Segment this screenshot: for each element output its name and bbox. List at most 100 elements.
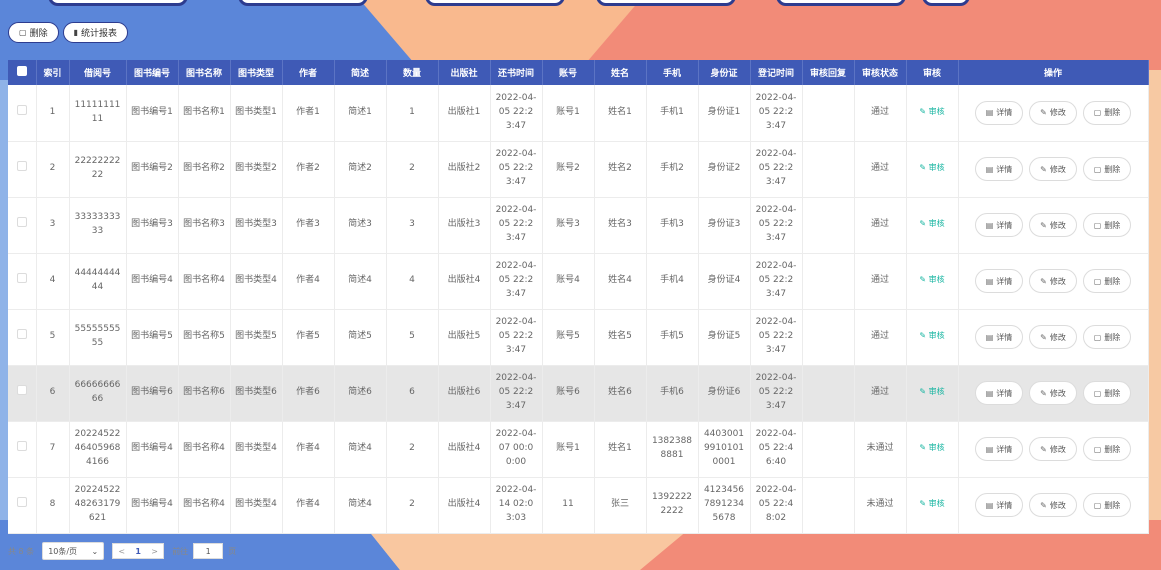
edit-button[interactable]: ✎ 修改 — [1029, 213, 1077, 237]
detail-button[interactable]: ▤ 详情 — [975, 381, 1023, 405]
row-checkbox[interactable] — [16, 161, 27, 172]
quantity-cell: 3 — [386, 197, 439, 254]
next-page-button[interactable]: > — [151, 547, 158, 556]
select-all-checkbox[interactable] — [16, 66, 27, 76]
summary-cell: 简述5 — [334, 309, 387, 366]
edit-button[interactable]: ✎ 修改 — [1029, 381, 1077, 405]
table-row[interactable]: 2 2222222222 图书编号2 图书名称2 图书类型2 作者2 简述2 2 出版社2 202… — [8, 141, 1149, 198]
edit-icon: ✎ — [1040, 444, 1047, 454]
data-table-container: 索引 借阅号 图书编号 图书名称 图书类型 作者 简述 数量 出版社 还书时间 … — [8, 60, 1149, 534]
delete-button[interactable]: ▢ 删除 — [1083, 269, 1131, 293]
audit-reply-cell — [802, 365, 855, 422]
column-header[interactable]: 出版社 — [438, 60, 491, 85]
page-size-select[interactable]: 10条/页 ⌄ — [42, 542, 105, 560]
detail-button[interactable]: ▤ 详情 — [975, 100, 1023, 125]
table-row[interactable]: 8 2022452248263179621 图书编号4 图书名称4 图书类型4 作者4 简述… — [8, 477, 1149, 534]
column-header[interactable]: 审核回复 — [802, 60, 855, 85]
column-header[interactable]: 手机 — [646, 60, 699, 85]
select-all-cell[interactable] — [8, 60, 37, 85]
batch-delete-button[interactable]: ▢ 删除 — [8, 22, 59, 43]
delete-button[interactable]: ▢ 删除 — [1083, 493, 1131, 517]
row-checkbox[interactable] — [16, 104, 27, 115]
column-header[interactable]: 审核 — [906, 60, 959, 85]
delete-button[interactable]: ▢ 删除 — [1083, 437, 1131, 461]
column-header[interactable]: 账号 — [542, 60, 595, 85]
row-select-cell[interactable] — [8, 141, 37, 198]
row-select-cell[interactable] — [8, 197, 37, 254]
column-header[interactable]: 简述 — [334, 60, 387, 85]
column-header[interactable]: 作者 — [282, 60, 335, 85]
delete-button[interactable]: ▢ 删除 — [1083, 100, 1131, 125]
page-numbers: < 1 > — [112, 543, 165, 559]
row-checkbox[interactable] — [16, 385, 27, 396]
column-header[interactable]: 登记时间 — [750, 60, 803, 85]
column-header[interactable]: 借阅号 — [69, 60, 127, 85]
audit-cell: ✎ 审核 — [906, 253, 959, 310]
detail-button[interactable]: ▤ 详情 — [975, 325, 1023, 349]
audit-link[interactable]: ✎ 审核 — [919, 499, 944, 508]
table-row[interactable]: 5 5555555555 图书编号5 图书名称5 图书类型5 作者5 简述5 5 出版社5 202… — [8, 309, 1149, 366]
edit-button[interactable]: ✎ 修改 — [1029, 100, 1077, 125]
column-header[interactable]: 图书编号 — [126, 60, 179, 85]
edit-button[interactable]: ✎ 修改 — [1029, 269, 1077, 293]
delete-button[interactable]: ▢ 删除 — [1083, 213, 1131, 237]
column-header[interactable]: 图书类型 — [230, 60, 283, 85]
table-row[interactable]: 4 4444444444 图书编号4 图书名称4 图书类型4 作者4 简述4 4 出版社4 202… — [8, 253, 1149, 310]
top-decoration-pill — [596, 0, 736, 6]
row-select-cell[interactable] — [8, 85, 37, 142]
delete-button[interactable]: ▢ 删除 — [1083, 381, 1131, 405]
name-cell: 姓名2 — [594, 141, 647, 198]
detail-button[interactable]: ▤ 详情 — [975, 157, 1023, 181]
edit-button[interactable]: ✎ 修改 — [1029, 493, 1077, 517]
column-header[interactable]: 数量 — [386, 60, 439, 85]
audit-link[interactable]: ✎ 审核 — [919, 275, 944, 284]
detail-button[interactable]: ▤ 详情 — [975, 437, 1023, 461]
pencil-icon: ✎ — [919, 387, 929, 397]
audit-status-cell: 通过 — [854, 309, 907, 366]
row-select-cell[interactable] — [8, 309, 37, 366]
book-type-cell: 图书类型2 — [230, 141, 283, 198]
detail-button[interactable]: ▤ 详情 — [975, 493, 1023, 517]
audit-link[interactable]: ✎ 审核 — [919, 443, 944, 452]
detail-button[interactable]: ▤ 详情 — [975, 213, 1023, 237]
stats-report-button[interactable]: ▮ 统计报表 — [62, 22, 128, 43]
row-select-cell[interactable] — [8, 477, 37, 534]
row-checkbox[interactable] — [16, 217, 27, 228]
row-select-cell[interactable] — [8, 421, 37, 478]
quantity-cell: 2 — [386, 477, 439, 534]
column-header[interactable]: 审核状态 — [854, 60, 907, 85]
column-header[interactable]: 身份证 — [698, 60, 751, 85]
audit-link[interactable]: ✎ 审核 — [919, 387, 944, 396]
column-header[interactable]: 图书名称 — [178, 60, 231, 85]
delete-button[interactable]: ▢ 删除 — [1083, 157, 1131, 181]
table-row[interactable]: 7 20224522464059684166 图书编号4 图书名称4 图书类型4 作者4 简… — [8, 421, 1149, 478]
audit-link[interactable]: ✎ 审核 — [919, 219, 944, 228]
audit-link[interactable]: ✎ 审核 — [919, 163, 944, 172]
column-header[interactable]: 姓名 — [594, 60, 647, 85]
delete-button[interactable]: ▢ 删除 — [1083, 325, 1131, 349]
row-select-cell[interactable] — [8, 253, 37, 310]
prev-page-button[interactable]: < — [118, 547, 125, 556]
audit-link[interactable]: ✎ 审核 — [919, 331, 944, 340]
row-checkbox[interactable] — [16, 273, 27, 284]
column-header[interactable]: 操作 — [958, 60, 1149, 85]
register-time-cell: 2022-04-05 22:23:47 — [750, 197, 803, 254]
column-header[interactable]: 索引 — [36, 60, 70, 85]
edit-label: 修改 — [1049, 444, 1066, 454]
row-select-cell[interactable] — [8, 365, 37, 422]
edit-button[interactable]: ✎ 修改 — [1029, 325, 1077, 349]
edit-button[interactable]: ✎ 修改 — [1029, 437, 1077, 461]
audit-link[interactable]: ✎ 审核 — [919, 107, 944, 116]
row-checkbox[interactable] — [16, 441, 27, 452]
page-number-current[interactable]: 1 — [135, 547, 141, 556]
row-checkbox[interactable] — [16, 497, 27, 508]
goto-page-input[interactable]: 1 — [193, 543, 224, 559]
detail-button[interactable]: ▤ 详情 — [975, 269, 1023, 293]
table-row[interactable]: 3 3333333333 图书编号3 图书名称3 图书类型3 作者3 简述3 3 出版社3 202… — [8, 197, 1149, 254]
column-header[interactable]: 还书时间 — [490, 60, 543, 85]
row-checkbox[interactable] — [16, 329, 27, 340]
delete-label: 删除 — [1104, 220, 1121, 230]
edit-button[interactable]: ✎ 修改 — [1029, 157, 1077, 181]
table-row[interactable]: 1 1111111111 图书编号1 图书名称1 图书类型1 作者1 简述1 1 出版社1 202… — [8, 85, 1149, 142]
table-row[interactable]: 6 6666666666 图书编号6 图书名称6 图书类型6 作者6 简述6 6 出版社6 202… — [8, 365, 1149, 422]
